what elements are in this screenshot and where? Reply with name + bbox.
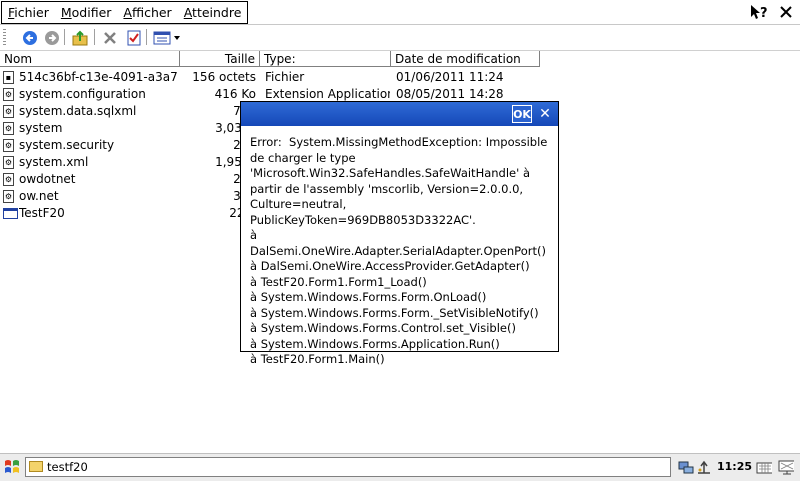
- forward-button[interactable]: [42, 28, 62, 48]
- file-name: system.xml: [19, 155, 89, 169]
- menu-bar: Fichier Modifier Afficher Atteindre ?: [0, 0, 800, 25]
- checklist-icon: [127, 30, 141, 46]
- arrow-right-icon: [45, 31, 59, 45]
- desktop-icon[interactable]: [778, 459, 794, 475]
- file-name: TestF20: [19, 206, 65, 220]
- system-tray: 11:25: [676, 457, 798, 477]
- taskbar-app-label: testf20: [47, 460, 88, 474]
- error-message: Error: System.MissingMethodException: Im…: [250, 135, 548, 366]
- menu-atteindre[interactable]: Atteindre: [178, 3, 248, 23]
- file-icon: ▪: [3, 71, 14, 84]
- toolbar-separator: [146, 29, 147, 45]
- start-button[interactable]: [3, 458, 21, 476]
- ok-button[interactable]: OK: [512, 105, 532, 123]
- file-name: system: [19, 121, 63, 135]
- dll-icon: ⚙: [3, 190, 14, 203]
- toolbar-grip[interactable]: [3, 29, 6, 45]
- file-type: Fichier: [265, 70, 305, 84]
- back-button[interactable]: [20, 28, 40, 48]
- dialog-close-button[interactable]: ✕: [535, 105, 555, 123]
- column-header-size[interactable]: Taille: [180, 51, 260, 67]
- dll-icon: ⚙: [3, 173, 14, 186]
- file-name: ow.net: [19, 189, 59, 203]
- network-icon[interactable]: [678, 459, 694, 475]
- error-dialog: OK ✕ Error: System.MissingMethodExceptio…: [240, 101, 559, 366]
- help-button[interactable]: ?: [748, 2, 770, 22]
- usb-connection-icon[interactable]: [696, 459, 712, 475]
- delete-x-icon: [104, 32, 116, 44]
- list-header: Nom Taille Type: Date de modification: [0, 51, 800, 68]
- dll-icon: ⚙: [3, 156, 14, 169]
- dll-icon: ⚙: [3, 122, 14, 135]
- file-name: owdotnet: [19, 172, 76, 186]
- column-header-type[interactable]: Type:: [260, 51, 391, 67]
- delete-button[interactable]: [100, 28, 120, 48]
- menu-modifier-key: M: [60, 4, 72, 20]
- dll-icon: ⚙: [3, 139, 14, 152]
- file-date: 01/06/2011 11:24: [396, 70, 504, 84]
- view-list-dropdown-icon: [153, 31, 180, 45]
- folder-icon: [29, 461, 43, 472]
- view-menu-button[interactable]: [152, 28, 184, 48]
- file-name: system.data.sqlxml: [19, 104, 137, 118]
- taskbar: testf20 11:25: [0, 453, 800, 481]
- svg-text:?: ?: [760, 6, 768, 21]
- arrow-left-icon: [23, 31, 37, 45]
- properties-button[interactable]: [124, 28, 144, 48]
- list-item[interactable]: ▪ 514c36bf-c13e-4091-a3a7... 156 octets …: [0, 69, 800, 86]
- file-size: 156 octets: [192, 70, 256, 84]
- menu-atteindre-label: tteindre: [192, 4, 242, 20]
- folder-up-icon: [72, 30, 88, 46]
- help-icon: ?: [751, 5, 768, 21]
- close-icon: [780, 6, 792, 18]
- menu-fichier[interactable]: Fichier: [2, 3, 55, 23]
- menu-modifier[interactable]: Modifier: [55, 3, 118, 23]
- menu-afficher-key: A: [123, 4, 132, 20]
- keyboard-icon[interactable]: [756, 459, 772, 475]
- menu-container: Fichier Modifier Afficher Atteindre: [1, 1, 249, 24]
- column-header-name[interactable]: Nom: [0, 51, 180, 67]
- toolbar: [0, 25, 800, 51]
- up-folder-button[interactable]: [70, 28, 90, 48]
- menu-atteindre-key: A: [183, 4, 193, 20]
- toolbar-separator: [94, 29, 95, 45]
- window-close-button[interactable]: [776, 2, 796, 22]
- file-name: system.configuration: [19, 87, 146, 101]
- menu-modifier-label: odifier: [71, 4, 112, 20]
- toolbar-separator: [64, 29, 65, 45]
- menu-afficher-label: fficher: [131, 4, 172, 20]
- dialog-title-bar[interactable]: OK ✕: [241, 102, 558, 126]
- menu-fichier-label: ichier: [14, 4, 49, 20]
- dll-icon: ⚙: [3, 88, 14, 101]
- menu-afficher[interactable]: Afficher: [117, 3, 177, 23]
- windows-flag-icon: [5, 460, 19, 473]
- dll-icon: ⚙: [3, 105, 14, 118]
- exe-icon: [3, 208, 18, 219]
- file-name: 514c36bf-c13e-4091-a3a7...: [19, 70, 179, 84]
- column-header-date[interactable]: Date de modification: [391, 51, 540, 67]
- taskbar-app-button[interactable]: testf20: [25, 457, 671, 477]
- clock[interactable]: 11:25: [717, 457, 752, 477]
- file-name: system.security: [19, 138, 115, 152]
